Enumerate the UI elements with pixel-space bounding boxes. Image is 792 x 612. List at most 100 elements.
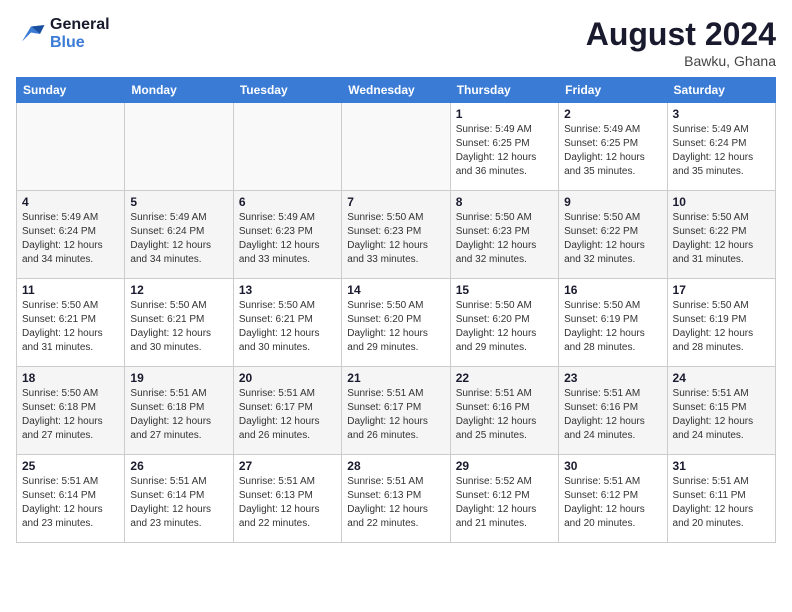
day-info: Sunrise: 5:50 AM Sunset: 6:23 PM Dayligh…	[347, 211, 444, 267]
calendar-day-cell: 30 Sunrise: 5:51 AM Sunset: 6:12 PM Dayli…	[559, 455, 667, 543]
day-number: 8	[456, 195, 553, 209]
calendar-day-cell: 10 Sunrise: 5:50 AM Sunset: 6:22 PM Dayli…	[667, 191, 775, 279]
day-number: 15	[456, 283, 553, 297]
calendar-day-cell	[342, 103, 450, 191]
day-info: Sunrise: 5:51 AM Sunset: 6:15 PM Dayligh…	[673, 387, 770, 443]
day-number: 13	[239, 283, 336, 297]
day-number: 20	[239, 371, 336, 385]
day-number: 10	[673, 195, 770, 209]
calendar-day-cell: 11 Sunrise: 5:50 AM Sunset: 6:21 PM Dayli…	[17, 279, 125, 367]
calendar-day-cell: 28 Sunrise: 5:51 AM Sunset: 6:13 PM Dayli…	[342, 455, 450, 543]
day-info: Sunrise: 5:50 AM Sunset: 6:20 PM Dayligh…	[456, 299, 553, 355]
day-info: Sunrise: 5:49 AM Sunset: 6:25 PM Dayligh…	[564, 123, 661, 179]
calendar-day-cell: 22 Sunrise: 5:51 AM Sunset: 6:16 PM Dayli…	[450, 367, 558, 455]
calendar-day-cell: 23 Sunrise: 5:51 AM Sunset: 6:16 PM Dayli…	[559, 367, 667, 455]
day-number: 5	[130, 195, 227, 209]
title-block: August 2024 Bawku, Ghana	[586, 16, 776, 69]
day-number: 1	[456, 107, 553, 121]
calendar-day-cell	[233, 103, 341, 191]
calendar-day-cell: 20 Sunrise: 5:51 AM Sunset: 6:17 PM Dayli…	[233, 367, 341, 455]
calendar-day-cell: 18Sunrise: 5:50 AM Sunset: 6:18 PM Dayli…	[17, 367, 125, 455]
calendar-day-cell: 24Sunrise: 5:51 AM Sunset: 6:15 PM Dayli…	[667, 367, 775, 455]
day-info: Sunrise: 5:50 AM Sunset: 6:22 PM Dayligh…	[673, 211, 770, 267]
day-info: Sunrise: 5:51 AM Sunset: 6:18 PM Dayligh…	[130, 387, 227, 443]
day-info: Sunrise: 5:49 AM Sunset: 6:24 PM Dayligh…	[130, 211, 227, 267]
day-number: 25	[22, 459, 119, 473]
day-info: Sunrise: 5:50 AM Sunset: 6:21 PM Dayligh…	[22, 299, 119, 355]
day-number: 6	[239, 195, 336, 209]
day-number: 26	[130, 459, 227, 473]
day-number: 2	[564, 107, 661, 121]
day-info: Sunrise: 5:49 AM Sunset: 6:24 PM Dayligh…	[673, 123, 770, 179]
calendar-day-cell: 15 Sunrise: 5:50 AM Sunset: 6:20 PM Dayli…	[450, 279, 558, 367]
calendar-day-cell: 13 Sunrise: 5:50 AM Sunset: 6:21 PM Dayli…	[233, 279, 341, 367]
calendar-header-row: SundayMondayTuesdayWednesdayThursdayFrid…	[17, 78, 776, 103]
day-number: 28	[347, 459, 444, 473]
location-subtitle: Bawku, Ghana	[586, 53, 776, 69]
day-number: 4	[22, 195, 119, 209]
day-number: 18	[22, 371, 119, 385]
day-info: Sunrise: 5:51 AM Sunset: 6:16 PM Dayligh…	[456, 387, 553, 443]
day-info: Sunrise: 5:51 AM Sunset: 6:14 PM Dayligh…	[130, 475, 227, 531]
day-number: 17	[673, 283, 770, 297]
logo-icon	[16, 19, 46, 49]
calendar-day-cell: 3 Sunrise: 5:49 AM Sunset: 6:24 PM Daylig…	[667, 103, 775, 191]
day-number: 14	[347, 283, 444, 297]
calendar-day-cell: 1 Sunrise: 5:49 AM Sunset: 6:25 PM Daylig…	[450, 103, 558, 191]
day-info: Sunrise: 5:50 AM Sunset: 6:19 PM Dayligh…	[564, 299, 661, 355]
calendar-day-cell: 29 Sunrise: 5:52 AM Sunset: 6:12 PM Dayli…	[450, 455, 558, 543]
day-info: Sunrise: 5:50 AM Sunset: 6:22 PM Dayligh…	[564, 211, 661, 267]
day-info: Sunrise: 5:51 AM Sunset: 6:13 PM Dayligh…	[239, 475, 336, 531]
calendar-day-cell: 25 Sunrise: 5:51 AM Sunset: 6:14 PM Dayli…	[17, 455, 125, 543]
day-number: 23	[564, 371, 661, 385]
calendar-day-cell: 26 Sunrise: 5:51 AM Sunset: 6:14 PM Dayli…	[125, 455, 233, 543]
logo-text: General Blue	[50, 16, 110, 52]
day-info: Sunrise: 5:51 AM Sunset: 6:17 PM Dayligh…	[239, 387, 336, 443]
calendar-week-row: 1 Sunrise: 5:49 AM Sunset: 6:25 PM Daylig…	[17, 103, 776, 191]
day-info: Sunrise: 5:51 AM Sunset: 6:17 PM Dayligh…	[347, 387, 444, 443]
day-info: Sunrise: 5:49 AM Sunset: 6:23 PM Dayligh…	[239, 211, 336, 267]
day-number: 22	[456, 371, 553, 385]
calendar-day-header: Sunday	[17, 78, 125, 103]
day-info: Sunrise: 5:51 AM Sunset: 6:14 PM Dayligh…	[22, 475, 119, 531]
calendar-day-cell: 9Sunrise: 5:50 AM Sunset: 6:22 PM Daylig…	[559, 191, 667, 279]
calendar-day-header: Friday	[559, 78, 667, 103]
calendar-day-cell: 2 Sunrise: 5:49 AM Sunset: 6:25 PM Daylig…	[559, 103, 667, 191]
day-number: 3	[673, 107, 770, 121]
day-info: Sunrise: 5:50 AM Sunset: 6:20 PM Dayligh…	[347, 299, 444, 355]
day-number: 16	[564, 283, 661, 297]
day-number: 11	[22, 283, 119, 297]
page-header: General Blue August 2024 Bawku, Ghana	[16, 16, 776, 69]
calendar-day-header: Thursday	[450, 78, 558, 103]
calendar-day-cell: 16 Sunrise: 5:50 AM Sunset: 6:19 PM Dayli…	[559, 279, 667, 367]
day-info: Sunrise: 5:51 AM Sunset: 6:16 PM Dayligh…	[564, 387, 661, 443]
day-info: Sunrise: 5:51 AM Sunset: 6:12 PM Dayligh…	[564, 475, 661, 531]
day-info: Sunrise: 5:52 AM Sunset: 6:12 PM Dayligh…	[456, 475, 553, 531]
day-info: Sunrise: 5:50 AM Sunset: 6:21 PM Dayligh…	[239, 299, 336, 355]
calendar-day-cell	[17, 103, 125, 191]
calendar-day-cell: 5 Sunrise: 5:49 AM Sunset: 6:24 PM Daylig…	[125, 191, 233, 279]
calendar-week-row: 18Sunrise: 5:50 AM Sunset: 6:18 PM Dayli…	[17, 367, 776, 455]
day-info: Sunrise: 5:50 AM Sunset: 6:19 PM Dayligh…	[673, 299, 770, 355]
calendar-day-cell: 6 Sunrise: 5:49 AM Sunset: 6:23 PM Daylig…	[233, 191, 341, 279]
calendar-day-header: Monday	[125, 78, 233, 103]
calendar-week-row: 4 Sunrise: 5:49 AM Sunset: 6:24 PM Daylig…	[17, 191, 776, 279]
day-info: Sunrise: 5:51 AM Sunset: 6:13 PM Dayligh…	[347, 475, 444, 531]
calendar-day-cell: 7Sunrise: 5:50 AM Sunset: 6:23 PM Daylig…	[342, 191, 450, 279]
day-info: Sunrise: 5:51 AM Sunset: 6:11 PM Dayligh…	[673, 475, 770, 531]
calendar-day-cell: 31Sunrise: 5:51 AM Sunset: 6:11 PM Dayli…	[667, 455, 775, 543]
calendar-week-row: 11 Sunrise: 5:50 AM Sunset: 6:21 PM Dayli…	[17, 279, 776, 367]
calendar-day-cell: 17 Sunrise: 5:50 AM Sunset: 6:19 PM Dayli…	[667, 279, 775, 367]
calendar-day-cell: 4Sunrise: 5:49 AM Sunset: 6:24 PM Daylig…	[17, 191, 125, 279]
day-number: 30	[564, 459, 661, 473]
calendar-day-header: Saturday	[667, 78, 775, 103]
calendar-day-cell: 14 Sunrise: 5:50 AM Sunset: 6:20 PM Dayli…	[342, 279, 450, 367]
day-info: Sunrise: 5:49 AM Sunset: 6:25 PM Dayligh…	[456, 123, 553, 179]
day-number: 12	[130, 283, 227, 297]
day-info: Sunrise: 5:50 AM Sunset: 6:23 PM Dayligh…	[456, 211, 553, 267]
month-year-title: August 2024	[586, 16, 776, 53]
day-info: Sunrise: 5:50 AM Sunset: 6:21 PM Dayligh…	[130, 299, 227, 355]
day-number: 29	[456, 459, 553, 473]
calendar-day-cell: 21 Sunrise: 5:51 AM Sunset: 6:17 PM Dayli…	[342, 367, 450, 455]
day-number: 21	[347, 371, 444, 385]
